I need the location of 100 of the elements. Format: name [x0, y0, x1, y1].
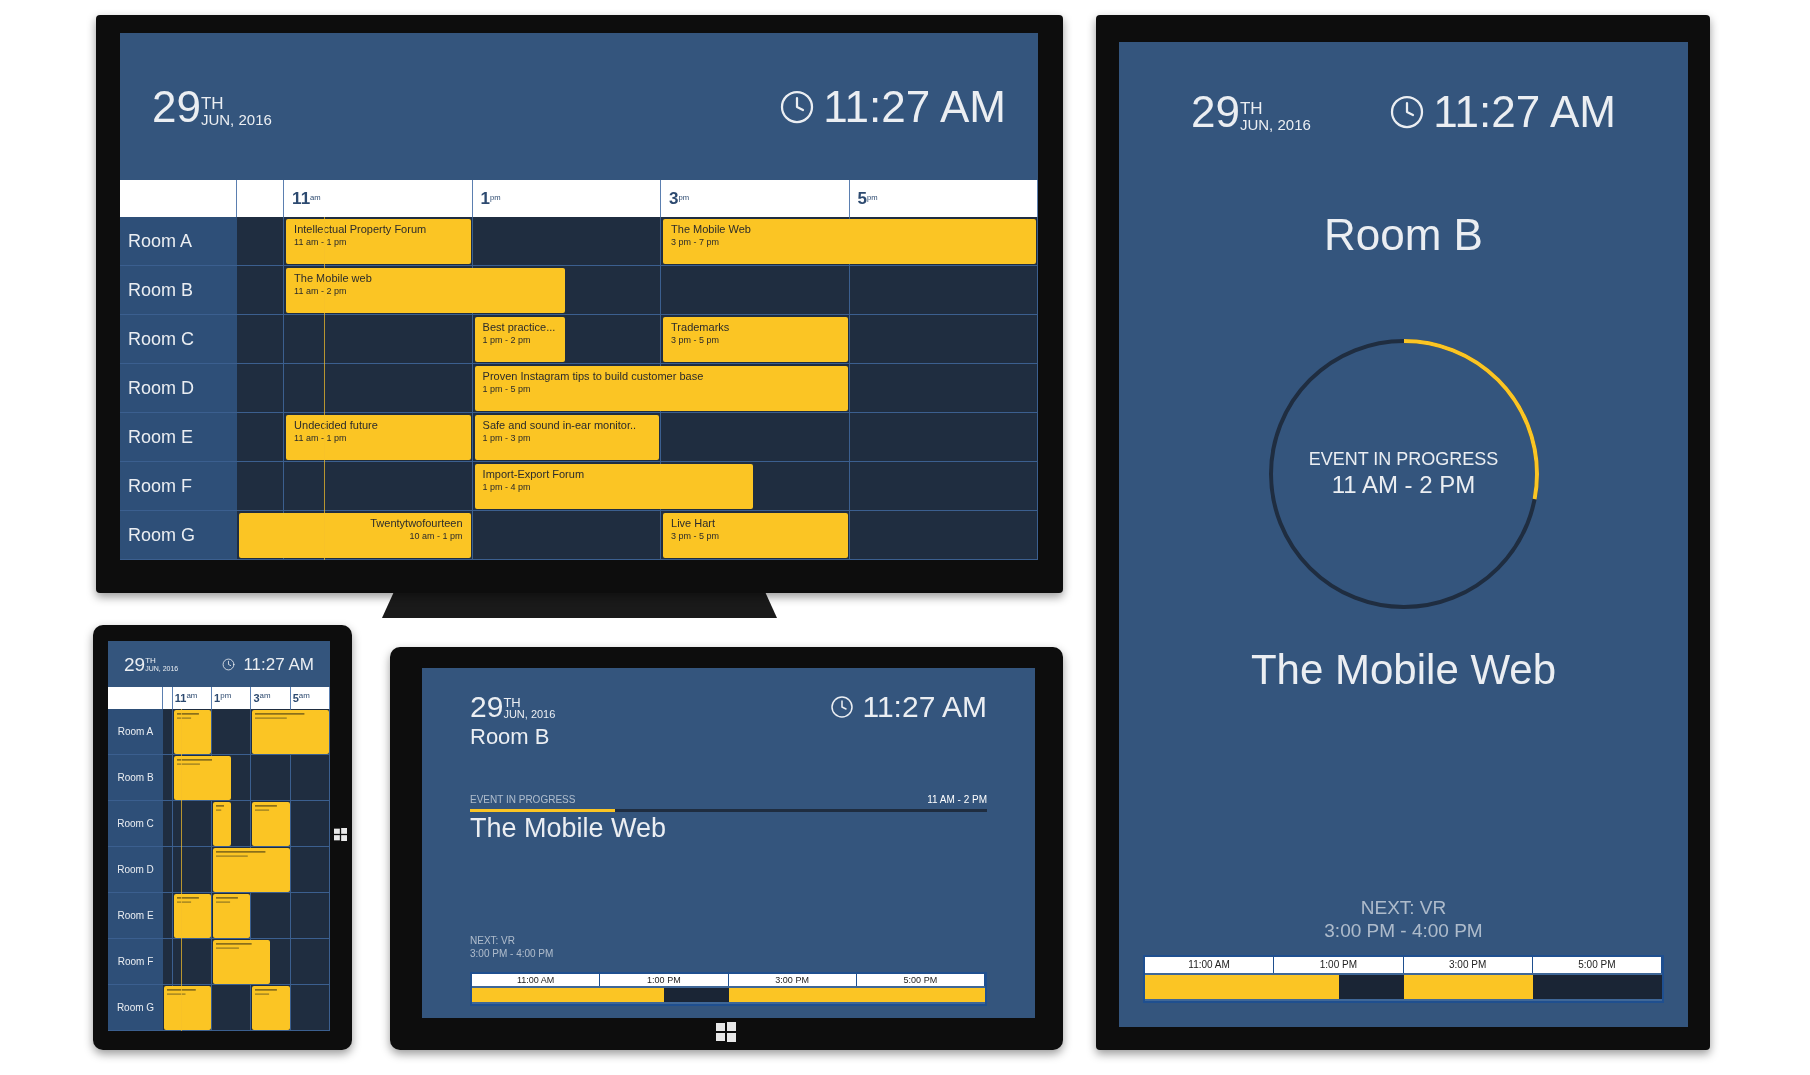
text-lines-icon: [216, 943, 252, 949]
room-label: Room D: [108, 847, 163, 893]
header-cell: [163, 687, 173, 709]
hour-header: 11$^{am}$: [284, 180, 473, 217]
text-lines-icon: [176, 897, 199, 903]
event-block[interactable]: Best practice... 1 pm - 2 pm: [474, 317, 565, 362]
event-title: The Mobile Web: [1250, 645, 1556, 695]
clock-icon: [779, 88, 816, 125]
room-label: Room E: [120, 413, 237, 462]
event-title: The Mobile Web: [470, 812, 668, 845]
event-status: EVENT IN PROGRESS: [1308, 447, 1499, 471]
grid-cell: [237, 315, 285, 364]
date-day: 29: [1191, 90, 1240, 134]
date-suffix: TH: [200, 94, 225, 112]
event-time: 1 pm - 5 pm: [482, 383, 532, 395]
header-cell: [237, 180, 285, 217]
date-month: JUN, 2016: [200, 111, 272, 127]
event-block[interactable]: [213, 894, 251, 938]
room-label: Room B: [108, 755, 163, 801]
event-title: Proven Instagram tips to build customer base: [482, 370, 705, 384]
event-title: The Mobile Web: [671, 223, 752, 237]
date-suffix: TH: [1239, 100, 1264, 117]
current-time: 11:27 AM: [243, 655, 314, 673]
grid-cell: [163, 801, 173, 847]
text-lines-icon: [167, 989, 196, 995]
room-label: Room E: [108, 893, 163, 939]
event-block[interactable]: [164, 986, 212, 1030]
date-day: 29: [152, 84, 201, 129]
clock-icon: [830, 695, 855, 719]
grid-cell: [163, 847, 173, 893]
grid-cell: [290, 939, 330, 985]
event-block[interactable]: Intellectual Property Forum 11 am - 1 pm: [286, 219, 471, 264]
event-title: Best practice...: [482, 321, 557, 335]
event-block[interactable]: Twentytwofourteen 10 am - 1 pm: [239, 513, 471, 558]
room-label: Room G: [120, 511, 237, 560]
text-lines-icon: [255, 989, 278, 995]
hour-header: 11$^{am}$: [172, 687, 213, 709]
event-status: EVENT IN PROGRESS: [470, 793, 576, 807]
hour-header: 5$^{pm}$: [849, 180, 1038, 217]
date-suffix: TH: [503, 696, 522, 709]
text-lines-icon: [216, 851, 266, 857]
room-name: Room B: [470, 726, 551, 748]
event-block[interactable]: The Mobile Web 3 pm - 7 pm: [663, 219, 1036, 264]
room-label: Room G: [108, 985, 163, 1031]
current-time: 11:27 AM: [862, 692, 987, 722]
room-name: Room B: [1324, 209, 1483, 261]
event-block[interactable]: Live Hart 3 pm - 5 pm: [663, 513, 848, 558]
date-month: JUN, 2016: [1239, 117, 1311, 132]
room-label: Room A: [108, 709, 163, 755]
event-time: 3 pm - 7 pm: [671, 236, 721, 248]
room-label: Room C: [120, 315, 237, 364]
event-block[interactable]: The Mobile web 11 am - 2 pm: [286, 268, 565, 313]
event-time: 11 am - 1 pm: [294, 236, 348, 248]
windows-logo-icon: [716, 1022, 736, 1042]
event-title: Trademarks: [671, 321, 731, 335]
text-lines-icon: [176, 713, 199, 719]
event-title: Import-Export Forum: [482, 468, 586, 482]
hour-header: 3$^{am}$: [251, 687, 291, 709]
hour-header: 3$^{pm}$: [661, 180, 850, 217]
windows-logo-icon: [334, 828, 347, 841]
grid-cell: [237, 217, 285, 266]
text-lines-icon: [255, 805, 278, 811]
room-label: Room B: [120, 266, 237, 315]
event-time: 1 pm - 2 pm: [482, 334, 532, 346]
event-time: 10 am - 1 pm: [409, 530, 463, 542]
event-block[interactable]: Import-Export Forum 1 pm - 4 pm: [474, 464, 754, 509]
date-suffix: TH: [145, 656, 157, 665]
text-lines-icon: [216, 897, 238, 903]
grid-cell: [163, 939, 173, 985]
event-time: 3 pm - 5 pm: [671, 334, 721, 346]
room-label: Room F: [120, 462, 237, 511]
clock-icon: [1389, 94, 1426, 130]
event-title: Intellectual Property Forum: [294, 223, 428, 237]
event-title: The Mobile web: [294, 272, 373, 286]
hour-header: 5$^{am}$: [290, 687, 330, 709]
hour-header: 1$^{pm}$: [212, 687, 252, 709]
clock-icon: [222, 657, 236, 671]
current-time: 11:27 AM: [823, 84, 1006, 129]
header-cell: [108, 687, 163, 709]
event-title: Live Hart: [671, 517, 717, 531]
event-block[interactable]: Safe and sound in-ear monitor.. 1 pm - 3 pm: [474, 415, 660, 460]
event-title: Twentytwofourteen: [370, 517, 463, 531]
grid-cell: [237, 413, 285, 462]
room-label: Room A: [120, 217, 237, 266]
event-title: Undecided future: [294, 419, 379, 433]
event-title: Safe and sound in-ear monitor..: [482, 419, 638, 433]
event-block[interactable]: Undecided future 11 am - 1 pm: [286, 415, 471, 460]
event-block[interactable]: Proven Instagram tips to build customer base 1 pm - 5 pm: [474, 366, 848, 411]
next-event: NEXT: VR: [470, 935, 516, 948]
room-label: Room F: [108, 939, 163, 985]
text-lines-icon: [216, 805, 225, 811]
text-lines-icon: [176, 759, 213, 765]
event-time-range: 11 AM - 2 PM: [1331, 470, 1476, 501]
room-label: Room D: [120, 364, 237, 413]
event-time: 1 pm - 3 pm: [482, 432, 532, 444]
next-event-time: 3:00 PM - 4:00 PM: [470, 947, 555, 960]
event-time: 11 am - 1 pm: [294, 432, 348, 444]
event-block[interactable]: Trademarks 3 pm - 5 pm: [663, 317, 848, 362]
event-time: 1 pm - 4 pm: [482, 481, 532, 493]
date-day: 29: [470, 692, 504, 722]
